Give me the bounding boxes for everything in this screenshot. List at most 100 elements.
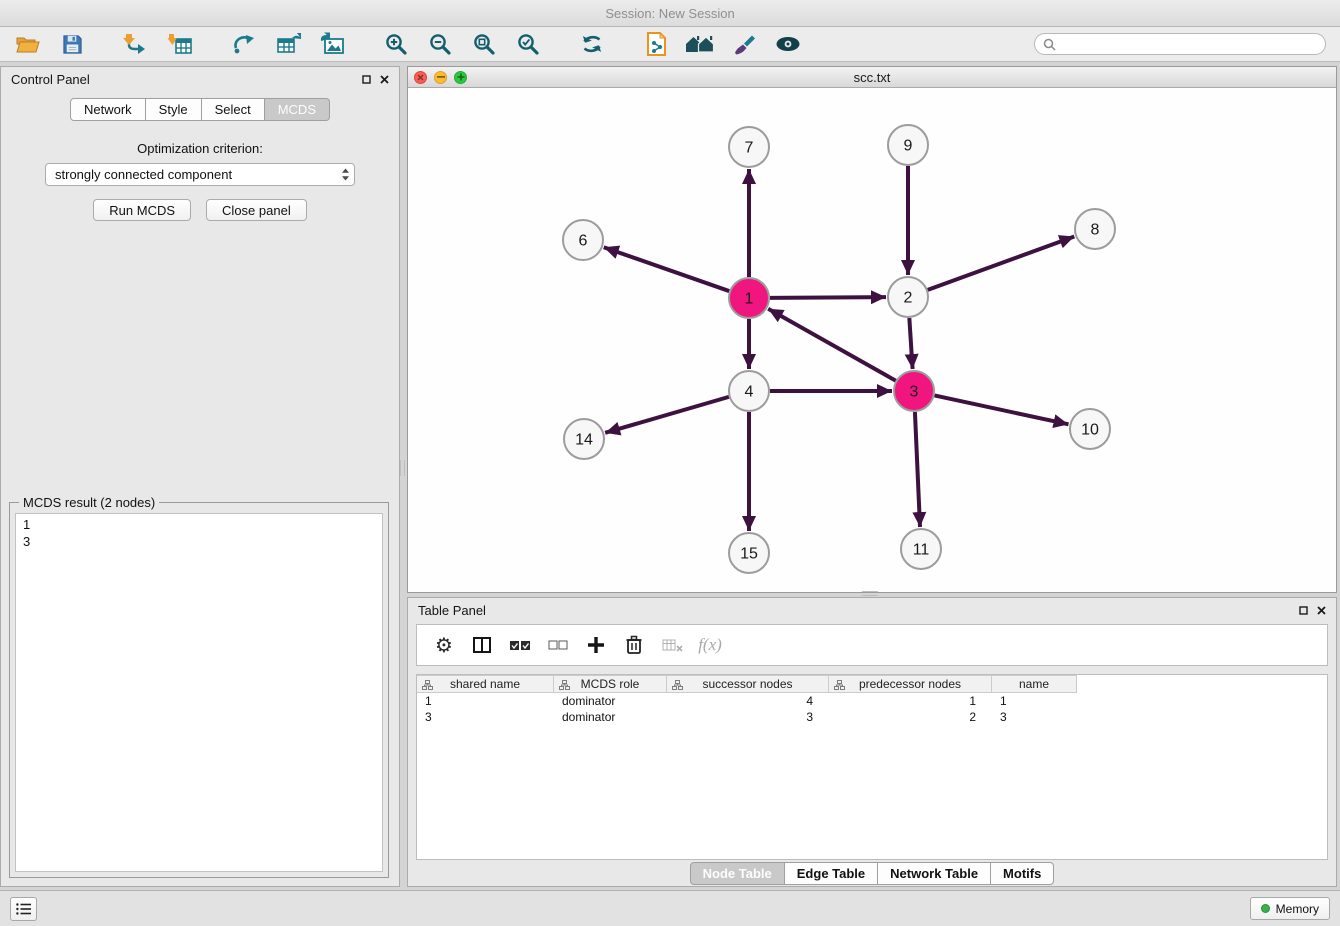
- table-cell[interactable]: 3: [992, 709, 1077, 725]
- close-panel-button[interactable]: Close panel: [206, 199, 307, 221]
- zoom-in-icon[interactable]: [378, 29, 414, 59]
- deselect-all-rows-icon[interactable]: [541, 630, 575, 660]
- table-cell[interactable]: 3: [417, 709, 554, 725]
- table-row[interactable]: 3dominator323: [417, 709, 1327, 725]
- tab-network-table[interactable]: Network Table: [878, 862, 991, 885]
- zoom-window-icon[interactable]: [454, 71, 467, 84]
- graph-node-8[interactable]: 8: [1075, 209, 1115, 249]
- column-type-icon: [559, 680, 570, 690]
- tab-mcds[interactable]: MCDS: [265, 98, 330, 121]
- graph-node-15[interactable]: 15: [729, 533, 769, 573]
- graph-node-9[interactable]: 9: [888, 125, 928, 165]
- table-cell[interactable]: 1: [829, 693, 992, 709]
- graph-edge-1-6[interactable]: [604, 247, 729, 291]
- search-input[interactable]: [1061, 36, 1317, 52]
- open-session-icon[interactable]: [10, 29, 46, 59]
- float-panel-icon[interactable]: [362, 75, 371, 84]
- style-brush-icon[interactable]: [726, 29, 762, 59]
- column-header-predecessor-nodes[interactable]: predecessor nodes: [829, 675, 992, 693]
- table-cell[interactable]: 4: [667, 693, 829, 709]
- graph-edge-1-2[interactable]: [770, 297, 886, 298]
- close-window-icon[interactable]: [414, 71, 427, 84]
- graph-node-3[interactable]: 3: [894, 371, 934, 411]
- graph-node-11[interactable]: 11: [901, 529, 941, 569]
- column-header-successor-nodes[interactable]: successor nodes: [667, 675, 829, 693]
- graph-node-2[interactable]: 2: [888, 277, 928, 317]
- tab-select[interactable]: Select: [202, 98, 265, 121]
- export-table-icon[interactable]: [270, 29, 306, 59]
- copy-network-view-icon[interactable]: [638, 29, 674, 59]
- graph-node-6[interactable]: 6: [563, 220, 603, 260]
- table-cell[interactable]: dominator: [554, 693, 667, 709]
- table-body: 1dominator4113dominator323: [417, 693, 1327, 725]
- column-header-name[interactable]: name: [992, 675, 1077, 693]
- minimize-window-icon[interactable]: [434, 71, 447, 84]
- memory-label: Memory: [1276, 902, 1319, 916]
- svg-text:15: 15: [740, 546, 758, 563]
- column-header-mcds-role[interactable]: MCDS role: [554, 675, 667, 693]
- import-network-file-icon[interactable]: [118, 29, 154, 59]
- control-panel: Control Panel Network Style Select MCDS …: [0, 66, 400, 887]
- memory-button[interactable]: Memory: [1250, 897, 1330, 920]
- close-panel-icon[interactable]: [380, 75, 389, 84]
- export-image-icon[interactable]: [314, 29, 350, 59]
- table-cell[interactable]: 1: [992, 693, 1077, 709]
- graph-edge-3-1[interactable]: [768, 309, 896, 381]
- table-settings-gear-icon[interactable]: ⚙: [427, 630, 461, 660]
- float-table-panel-icon[interactable]: [1299, 606, 1308, 615]
- zoom-out-icon[interactable]: [422, 29, 458, 59]
- tab-network[interactable]: Network: [70, 98, 146, 121]
- status-bar: Memory: [0, 890, 1340, 926]
- search-box[interactable]: [1034, 33, 1326, 55]
- table-cell[interactable]: 3: [667, 709, 829, 725]
- show-columns-icon[interactable]: [465, 630, 499, 660]
- mcds-result-list[interactable]: 13: [15, 513, 383, 872]
- graph-node-1[interactable]: 1: [729, 278, 769, 318]
- tab-motifs[interactable]: Motifs: [991, 862, 1054, 885]
- tab-style[interactable]: Style: [146, 98, 202, 121]
- svg-text:10: 10: [1081, 422, 1099, 439]
- network-graph[interactable]: 7 9 6 8 1 2 4 3 14 10 15 11: [408, 88, 1336, 592]
- import-table-file-icon[interactable]: [162, 29, 198, 59]
- network-share-icon[interactable]: [226, 29, 262, 59]
- graph-node-4[interactable]: 4: [729, 371, 769, 411]
- svg-text:8: 8: [1091, 222, 1100, 239]
- tab-node-table[interactable]: Node Table: [690, 862, 785, 885]
- close-table-panel-icon[interactable]: [1317, 606, 1326, 615]
- select-all-rows-icon[interactable]: [503, 630, 537, 660]
- table-cell[interactable]: 2: [829, 709, 992, 725]
- zoom-fit-icon[interactable]: [466, 29, 502, 59]
- graph-edge-4-14[interactable]: [605, 397, 729, 433]
- mcds-result-box: MCDS result (2 nodes) 13: [9, 495, 389, 878]
- delete-table-icon[interactable]: [655, 630, 689, 660]
- criterion-dropdown[interactable]: strongly connected component: [45, 163, 355, 186]
- graph-edge-3-11[interactable]: [915, 412, 920, 527]
- column-type-icon: [672, 680, 683, 690]
- window-splitter-handle[interactable]: [862, 591, 878, 596]
- panel-splitter-handle[interactable]: [400, 460, 405, 476]
- show-hide-graphics-icon[interactable]: [770, 29, 806, 59]
- home-icon[interactable]: [682, 29, 718, 59]
- tab-edge-table[interactable]: Edge Table: [785, 862, 878, 885]
- table-cell[interactable]: 1: [417, 693, 554, 709]
- zoom-selected-icon[interactable]: [510, 29, 546, 59]
- save-session-icon[interactable]: [54, 29, 90, 59]
- table-cell[interactable]: dominator: [554, 709, 667, 725]
- create-column-plus-icon[interactable]: [579, 630, 613, 660]
- delete-column-trash-icon[interactable]: [617, 630, 651, 660]
- graph-edge-3-10[interactable]: [935, 395, 1069, 424]
- graph-node-14[interactable]: 14: [564, 419, 604, 459]
- refresh-view-icon[interactable]: [574, 29, 610, 59]
- task-history-button[interactable]: [10, 897, 37, 921]
- function-builder-icon[interactable]: f(x): [693, 630, 727, 660]
- graph-edge-2-3[interactable]: [909, 318, 912, 369]
- column-header-shared-name[interactable]: shared name: [417, 675, 554, 693]
- network-canvas[interactable]: 7 9 6 8 1 2 4 3 14 10 15 11: [408, 88, 1336, 592]
- network-window-titlebar[interactable]: scc.txt: [408, 67, 1336, 88]
- run-mcds-button[interactable]: Run MCDS: [93, 199, 191, 221]
- graph-node-10[interactable]: 10: [1070, 409, 1110, 449]
- graph-node-7[interactable]: 7: [729, 127, 769, 167]
- table-row[interactable]: 1dominator411: [417, 693, 1327, 709]
- network-window-title: scc.txt: [408, 70, 1336, 85]
- graph-edge-2-8[interactable]: [928, 237, 1075, 290]
